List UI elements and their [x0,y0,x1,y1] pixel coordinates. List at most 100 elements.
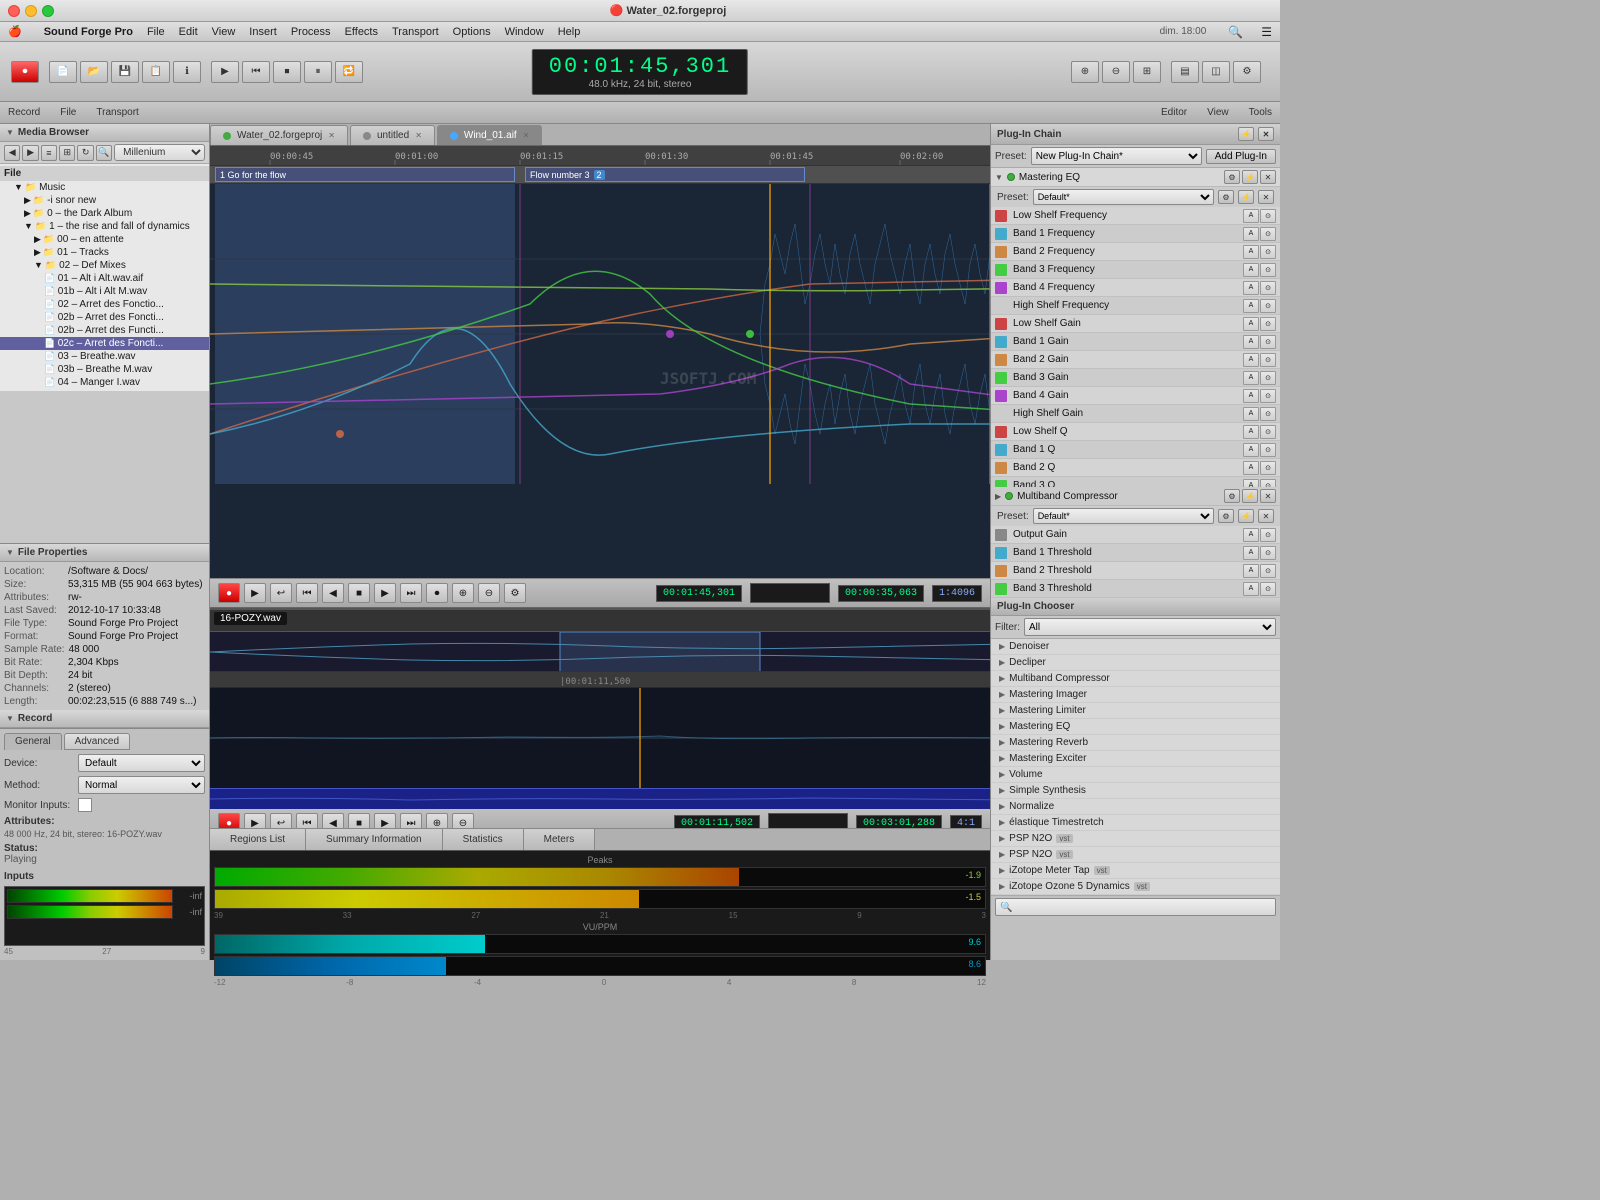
param-link-btn[interactable]: ⊙ [1260,317,1276,331]
prev-1[interactable]: ◀ [322,583,344,603]
tab-close-untitled[interactable]: ✕ [415,131,422,140]
eq-toggle-btn[interactable]: ⚡ [1242,170,1258,184]
tools-btn[interactable]: ⚙ [1233,61,1261,83]
chooser-search-input[interactable] [995,898,1276,916]
menu-edit[interactable]: Edit [179,26,198,38]
eq-preset-remove[interactable]: ✕ [1258,190,1274,204]
open-button[interactable]: 📂 [80,61,108,83]
browser-dropdown[interactable]: Millenium [114,144,205,161]
menu-window[interactable]: Window [505,26,544,38]
browser-refresh[interactable]: ↻ [77,145,93,161]
overview-waveform[interactable] [210,632,990,672]
param-link-btn[interactable]: ⊙ [1260,443,1276,457]
menu-insert[interactable]: Insert [249,26,277,38]
param-link-btn[interactable]: ⊙ [1260,209,1276,223]
chooser-plugin-item[interactable]: iZotope Meter Tap vst [991,863,1280,879]
saveas-button[interactable]: 📋 [142,61,170,83]
editor-view-btn[interactable]: ▤ [1171,61,1199,83]
properties-button[interactable]: ℹ [173,61,201,83]
loop-btn-2[interactable]: ↩ [270,813,292,828]
param-link-btn[interactable]: ⊙ [1260,389,1276,403]
menu-process[interactable]: Process [291,26,331,38]
extra-btn-2[interactable]: ⊖ [478,583,500,603]
comp-settings-btn[interactable]: ⚙ [1224,489,1240,503]
eq-preset-select[interactable]: Default* [1033,189,1214,205]
browser-search[interactable]: 🔍 [96,145,112,161]
param-automate-btn[interactable]: A [1243,281,1259,295]
zoom-fit[interactable]: ⊞ [1133,61,1161,83]
selection-display-1[interactable] [750,583,830,603]
param-link-btn[interactable]: ⊙ [1260,335,1276,349]
param-automate-btn[interactable]: A [1243,209,1259,223]
param-automate-btn[interactable]: A [1243,335,1259,349]
comp-remove-btn[interactable]: ✕ [1260,489,1276,503]
comp-link-btn[interactable]: ⊙ [1260,546,1276,560]
comp-automate-btn[interactable]: A [1243,564,1259,578]
play-from-start[interactable]: ⏮ [242,61,270,83]
chooser-plugin-item[interactable]: Denoiser [991,639,1280,655]
chooser-plugin-item[interactable]: Mastering Limiter [991,703,1280,719]
skip-start-1[interactable]: ⏮ [296,583,318,603]
param-automate-btn[interactable]: A [1243,353,1259,367]
tree-item[interactable]: 03b – Breathe M.wav [0,363,209,376]
tree-item[interactable]: 04 – Manger I.wav [0,376,209,389]
param-automate-btn[interactable]: A [1243,227,1259,241]
skip-start-2[interactable]: ⏮ [296,813,318,828]
chooser-plugin-item[interactable]: Decliper [991,655,1280,671]
menu-help[interactable]: Help [558,26,581,38]
param-automate-btn[interactable]: A [1243,245,1259,259]
waveform-view[interactable]: JSOFTJ.COM [210,184,990,578]
browser-icon-view[interactable]: ⊞ [59,145,75,161]
tree-item[interactable]: 02c – Arret des Foncti... [0,337,209,350]
param-link-btn[interactable]: ⊙ [1260,353,1276,367]
param-link-btn[interactable]: ⊙ [1260,461,1276,475]
tree-item[interactable]: 01 – Tracks [0,246,209,259]
param-link-btn[interactable]: ⊙ [1260,227,1276,241]
next-2[interactable]: ▶ [374,813,396,828]
tree-item[interactable]: 02 – Def Mixes [0,259,209,272]
param-automate-btn[interactable]: A [1243,389,1259,403]
param-link-btn[interactable]: ⊙ [1260,371,1276,385]
tab-summary[interactable]: Summary Information [306,829,443,851]
tree-item[interactable]: 0 – the Dark Album [0,207,209,220]
tab-close-wind[interactable]: ✕ [523,131,530,140]
menu-options[interactable]: Options [453,26,491,38]
selection-display-2[interactable] [768,813,848,828]
chooser-plugin-item[interactable]: iZotope Ozone 5 Dynamics vst [991,879,1280,895]
tree-item[interactable]: 03 – Breathe.wav [0,350,209,363]
tree-item[interactable]: 02b – Arret des Foncti... [0,311,209,324]
tab-wind[interactable]: Wind_01.aif ✕ [437,125,543,145]
zoom-out[interactable]: ⊖ [1102,61,1130,83]
chooser-plugin-item[interactable]: Mastering EQ [991,719,1280,735]
pause-button[interactable]: ⏸ [304,61,332,83]
tab-statistics[interactable]: Statistics [443,829,524,851]
chooser-plugin-item[interactable]: PSP N2O vst [991,831,1280,847]
tree-item[interactable]: 01b – Alt i Alt M.wav [0,285,209,298]
add-plugin-button[interactable]: Add Plug-In [1206,149,1276,164]
eq-preset-toggle[interactable]: ⚡ [1238,190,1254,204]
play-button[interactable]: ▶ [211,61,239,83]
chooser-plugin-item[interactable]: Mastering Exciter [991,751,1280,767]
param-automate-btn[interactable]: A [1243,299,1259,313]
param-link-btn[interactable]: ⊙ [1260,245,1276,259]
play-btn-1[interactable]: ▶ [244,583,266,603]
stop-btn-1[interactable]: ■ [348,583,370,603]
loop-btn-1[interactable]: ↩ [270,583,292,603]
skip-end-1[interactable]: ⏭ [400,583,422,603]
param-automate-btn[interactable]: A [1243,407,1259,421]
param-automate-btn[interactable]: A [1243,425,1259,439]
method-select[interactable]: Normal [78,776,205,794]
tab-general[interactable]: General [4,733,62,750]
param-automate-btn[interactable]: A [1243,461,1259,475]
chooser-plugin-item[interactable]: Simple Synthesis [991,783,1280,799]
comp-link-btn[interactable]: ⊙ [1260,564,1276,578]
plugin-preset-select[interactable]: New Plug-In Chain* [1031,147,1202,165]
extra-btn-2b[interactable]: ⊖ [452,813,474,828]
compressor-preset-select[interactable]: Default* [1033,508,1214,524]
device-select[interactable]: Default [78,754,205,772]
record-btn-1[interactable]: ⏺ [426,583,448,603]
menu-file[interactable]: File [147,26,165,38]
zoom-in[interactable]: ⊕ [1071,61,1099,83]
view-btn[interactable]: ◫ [1202,61,1230,83]
param-link-btn[interactable]: ⊙ [1260,407,1276,421]
